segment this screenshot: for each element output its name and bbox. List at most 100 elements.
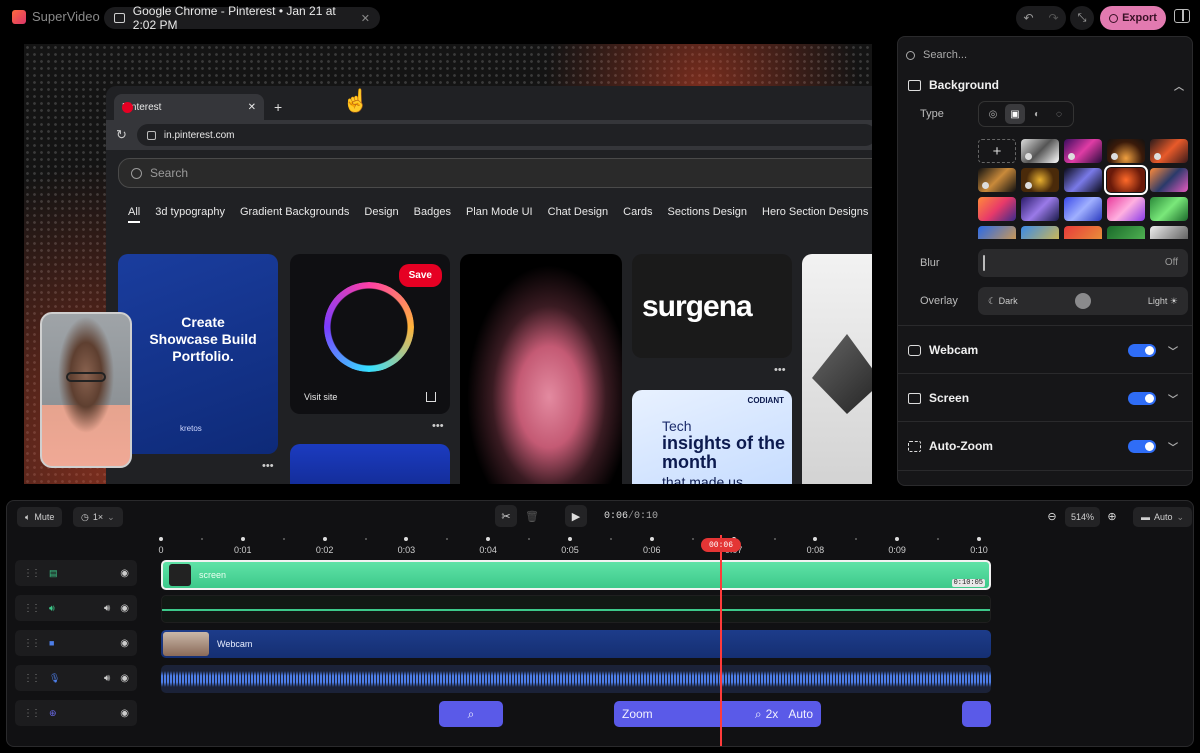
zoom-segment[interactable]: ⌕ [439,701,503,727]
section-title: Auto-Zoom [929,439,993,453]
pin-badge: CODIANT [747,396,784,405]
ruler-minor-tick [364,538,367,540]
background-thumb[interactable] [1150,139,1188,163]
drag-handle-icon[interactable]: ⋮⋮ [23,568,41,579]
contrast-icon[interactable]: ◐ [1027,104,1047,124]
background-thumb[interactable] [1107,197,1145,221]
category: Plan Mode UI [465,206,533,218]
volume-icon[interactable]: 🔊︎ [104,673,110,684]
track-header-system-audio[interactable]: ⋮⋮ 🔊︎ 🔊︎ ◉ [15,595,137,621]
zoom-segment[interactable] [962,701,991,727]
screen-toggle[interactable] [1128,392,1156,405]
sun-icon: ☀ [1167,296,1178,306]
recording-tab[interactable]: Google Chrome - Pinterest • Jan 21 at 2:… [104,4,380,32]
eye-icon[interactable]: ◉ [120,568,129,579]
background-thumb[interactable] [1150,226,1188,239]
play-icon[interactable]: ▶ [565,505,587,527]
background-thumb[interactable] [1021,226,1059,239]
export-label: Export [1122,12,1157,24]
background-gallery: + [978,139,1190,239]
background-thumb[interactable] [1064,226,1102,239]
background-thumb-selected[interactable] [1104,165,1148,195]
background-thumb[interactable] [1064,168,1102,192]
ruler-minor-tick [609,538,612,540]
add-background-button[interactable]: + [978,139,1016,163]
eye-icon[interactable]: ◉ [120,603,129,614]
zoom-segment-active[interactable]: Zoom ⌕ 2x Auto [614,701,821,727]
screen-clip[interactable]: screen 0:10:05 [161,560,991,590]
pin-card [802,254,872,484]
palette-icon[interactable]: ◌ [1049,104,1069,124]
eye-icon[interactable]: ◉ [120,638,129,649]
panel-search[interactable]: Search... [906,45,1186,65]
zoom-in-icon[interactable]: ⊕ [1101,505,1123,527]
microphone-clip[interactable] [161,665,991,693]
clip-name: screen [199,570,227,580]
background-thumb[interactable] [1150,197,1188,221]
video-preview[interactable]: Pinterest ✕ + ↻ in.pinterest.com Search … [24,44,872,484]
avatar [1025,182,1032,189]
background-section-header[interactable]: Background ︿ [908,73,1184,97]
undo-icon[interactable]: ↶ [1023,11,1033,25]
mute-button[interactable]: 🔈︎ Mute [17,507,63,527]
webcam-toggle[interactable] [1128,344,1156,357]
background-thumb[interactable] [978,197,1016,221]
autozoom-toggle[interactable] [1128,440,1156,453]
time-ruler[interactable]: 00:010:020:030:040:050:060:070:080:090:1… [158,531,989,561]
undo-redo-group: ↶ ↷ [1016,6,1066,30]
category: Badges [413,206,451,218]
drag-handle-icon[interactable]: ⋮⋮ [23,673,41,684]
webcam-overlay[interactable] [40,312,132,468]
settings-panel: Search... Background ︿ Type ◎ ▣ ◐ ◌ + Bl… [897,36,1193,486]
track-header-webcam[interactable]: ⋮⋮ ■ ◉ [15,630,137,656]
playhead[interactable] [720,535,722,746]
playhead-label[interactable]: 00:06 [701,538,741,552]
slider-handle[interactable] [1075,293,1091,309]
close-icon[interactable]: ✕ [361,12,370,25]
collapse-icon[interactable]: ⤡ [1070,6,1094,30]
image-icon[interactable]: ▣ [1005,104,1025,124]
hidden-icon[interactable]: ◎ [983,104,1003,124]
drag-handle-icon[interactable]: ⋮⋮ [23,603,41,614]
category: Hero Section Designs [762,206,869,218]
background-thumb[interactable] [1021,168,1059,192]
eye-icon[interactable]: ◉ [120,708,129,719]
save-badge: Save [398,264,442,287]
drag-handle-icon[interactable]: ⋮⋮ [23,638,41,649]
audio-waveform [161,671,991,687]
moon-icon: ☾ [988,296,999,306]
background-thumb[interactable] [1021,197,1059,221]
slider-handle[interactable] [983,255,985,271]
eye-icon[interactable]: ◉ [120,673,129,684]
volume-icon[interactable]: 🔊︎ [104,603,110,614]
drag-handle-icon[interactable]: ⋮⋮ [23,708,41,719]
tab-close-icon: ✕ [247,101,256,113]
sidebar-toggle-icon[interactable] [1174,9,1190,23]
speed-button[interactable]: ◷ 1× ⌄ [73,507,123,527]
section-title: Webcam [929,343,979,357]
redo-icon[interactable]: ↷ [1048,11,1058,25]
pin-text-line: that made us [662,474,743,484]
background-thumb[interactable] [1021,139,1059,163]
background-thumb[interactable] [1064,139,1102,163]
background-thumb[interactable] [1150,168,1188,192]
webcam-clip[interactable]: Webcam [161,630,991,658]
divider [898,470,1192,471]
background-thumb[interactable] [978,226,1016,239]
background-thumb[interactable] [1064,197,1102,221]
auto-fit-button[interactable]: ▬ Auto ⌄ [1133,507,1193,527]
ruler-tick [977,537,981,541]
system-audio-clip[interactable] [161,595,991,623]
zoom-out-icon[interactable]: ⊖ [1041,505,1063,527]
export-button[interactable]: Export [1100,6,1166,30]
background-thumb[interactable] [978,168,1016,192]
track-header-zoom[interactable]: ⋮⋮ ⊕ ◉ [15,700,137,726]
trash-icon[interactable]: 🗑︎ [521,505,543,527]
scissors-icon[interactable]: ✂ [495,505,517,527]
overlay-slider[interactable]: ☾ Dark Light ☀ [978,287,1188,315]
background-thumb[interactable] [1107,139,1145,163]
background-thumb[interactable] [1107,226,1145,239]
track-header-microphone[interactable]: ⋮⋮ 🎙︎ 🔊︎ ◉ [15,665,137,691]
track-header-screen[interactable]: ⋮⋮ ▤ ◉ [15,560,137,586]
blur-slider[interactable]: Off [978,249,1188,277]
